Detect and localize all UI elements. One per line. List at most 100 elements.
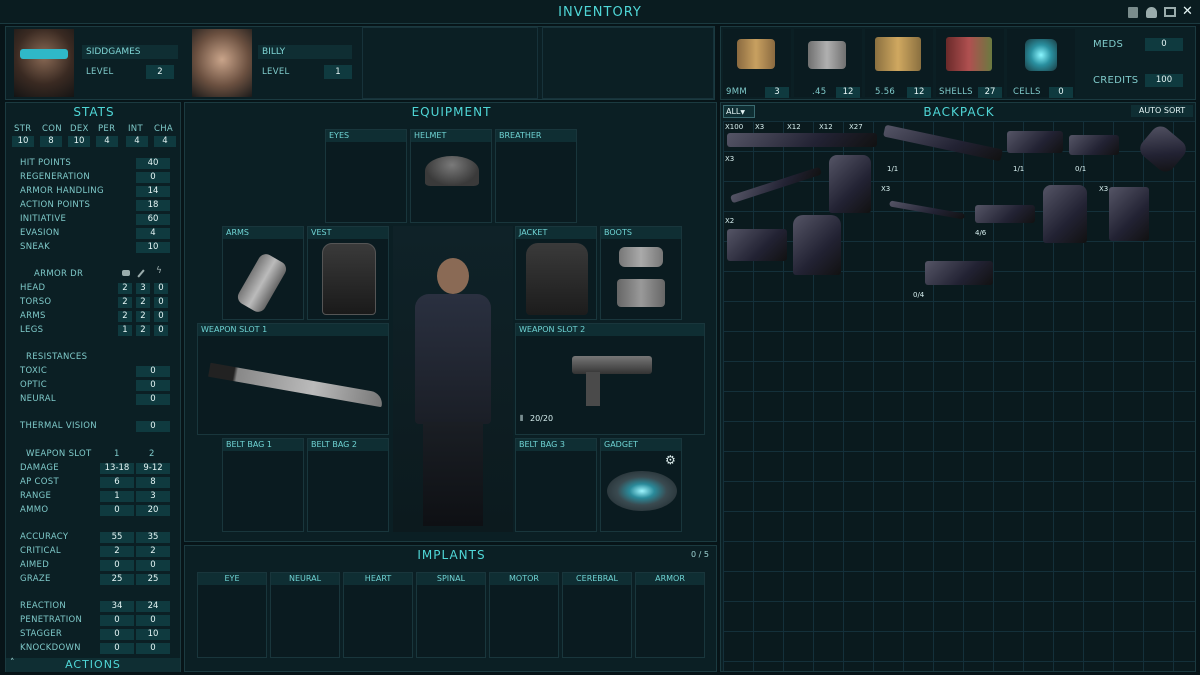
armor-v2: 2 [136, 297, 150, 308]
attributes-row: STR CON DEX PER INT CHA 10 8 10 4 4 4 [12, 124, 178, 150]
ammo-label: CELLS [1013, 87, 1041, 97]
item-rifle[interactable] [883, 124, 1003, 162]
ammo-slot-556[interactable]: 5.56 12 [865, 29, 933, 98]
lightning-icon: ϟ [156, 266, 162, 276]
item-gloves[interactable] [1109, 187, 1149, 241]
item-shotgun[interactable] [925, 261, 993, 285]
ammo-slot-cells[interactable]: CELLS 0 [1007, 29, 1075, 98]
item-pistol-2[interactable] [975, 205, 1035, 223]
implant-slot-heart[interactable]: HEART [343, 572, 413, 658]
stat-value: 14 [136, 186, 170, 197]
stat-value: 60 [136, 214, 170, 225]
item-pistol[interactable] [1069, 135, 1119, 155]
slot-vest[interactable]: VEST [307, 226, 389, 320]
character-head [437, 258, 469, 294]
implant-slot-armor[interactable]: ARMOR [635, 572, 705, 658]
ammo-slot-9mm[interactable]: 9MM 3 [723, 29, 791, 98]
ammo-slot-shells[interactable]: SHELLS 27 [936, 29, 1004, 98]
slot-weapon-2-label: WEAPON SLOT 2 [516, 324, 704, 336]
slot-jacket[interactable]: JACKET [515, 226, 597, 320]
slot-helmet[interactable]: HELMET [410, 129, 492, 223]
armor-v3: 0 [154, 325, 168, 336]
close-icon[interactable]: ✕ [1182, 4, 1193, 19]
ammo-count: 0 [1049, 87, 1073, 98]
item-baton[interactable] [730, 166, 822, 204]
implant-slot-spinal[interactable]: SPINAL [416, 572, 486, 658]
item-ammo-stack[interactable] [727, 133, 877, 147]
weapon-b: 3 [136, 491, 170, 502]
implant-slot-cerebral[interactable]: CEREBRAL [562, 572, 632, 658]
res-value: 0 [136, 394, 170, 405]
slot-belt-bag-3[interactable]: BELT BAG 3 [515, 438, 597, 532]
ammo-label: 9MM [726, 87, 747, 97]
helmet-icon [425, 156, 479, 186]
item-grenade[interactable] [1136, 122, 1190, 176]
slot-breather[interactable]: BREATHER [495, 129, 577, 223]
pistol-2-ammo: 4/6 [975, 229, 987, 237]
slot-weapon-2[interactable]: WEAPON SLOT 2 ⦀ 20/20 [515, 323, 705, 435]
slot-boots-label: BOOTS [601, 227, 681, 239]
slot-breather-label: BREATHER [496, 130, 576, 142]
slot-gadget[interactable]: GADGET ⚙ [600, 438, 682, 532]
item-knife[interactable] [889, 200, 965, 220]
ammo-bullets-icon: ⦀ [520, 414, 524, 423]
portrait-siddgames[interactable] [14, 29, 74, 97]
combat-a: 55 [100, 532, 134, 543]
slot-weapon-1[interactable]: WEAPON SLOT 1 [197, 323, 389, 435]
auto-sort-button[interactable]: AUTO SORT [1131, 105, 1193, 117]
empty-party-slot-3[interactable] [362, 27, 538, 99]
armor-v2: 3 [136, 283, 150, 294]
title-bar: INVENTORY ✕ [0, 0, 1200, 24]
implant-slot-motor[interactable]: MOTOR [489, 572, 559, 658]
impact-b: 0 [136, 615, 170, 626]
res-value: 0 [136, 380, 170, 391]
character-icon[interactable] [1146, 7, 1157, 18]
implants-title: IMPLANTS [417, 548, 486, 562]
slot-boots[interactable]: BOOTS [600, 226, 682, 320]
weapon-b: 20 [136, 505, 170, 516]
item-jacket[interactable] [793, 215, 841, 275]
armor-v3: 0 [154, 283, 168, 294]
weapon-2-ammo: 20/20 [530, 414, 554, 423]
portrait-billy[interactable] [192, 29, 252, 97]
impact-label: KNOCKDOWN [20, 643, 81, 653]
actions-bar[interactable]: ˄ ACTIONS [6, 658, 180, 672]
monitor-icon[interactable] [1164, 7, 1176, 17]
gear-icon[interactable]: ⚙ [665, 453, 676, 467]
character-legs [423, 422, 483, 526]
ammo-slot-45[interactable]: .45 12 [794, 29, 862, 98]
slot-vest-label: VEST [308, 227, 388, 239]
weapon-b: 9-12 [136, 463, 170, 474]
slot-belt-bag-2[interactable]: BELT BAG 2 [307, 438, 389, 532]
implant-slot-neural[interactable]: NEURAL [270, 572, 340, 658]
meds-value: 0 [1145, 38, 1183, 51]
armor-label: TORSO [20, 297, 52, 307]
slot-arms[interactable]: ARMS [222, 226, 304, 320]
item-vest[interactable] [829, 155, 871, 213]
slot-belt-bag-1[interactable]: BELT BAG 1 [222, 438, 304, 532]
empty-party-slot-4[interactable] [542, 27, 714, 99]
journal-icon[interactable] [1128, 7, 1138, 18]
armor-dr-label: ARMOR DR [34, 269, 84, 279]
item-armor-vest-2[interactable] [1043, 185, 1087, 243]
res-label: OPTIC [20, 380, 47, 390]
armor-v1: 1 [118, 325, 132, 336]
backpack-grid[interactable]: X100 X3 X12 X12 X27 1/1 1/1 0/1 X3 X3 4/… [723, 121, 1195, 671]
item-smg[interactable] [1007, 131, 1063, 153]
armor-label: HEAD [20, 283, 46, 293]
combat-a: 0 [100, 560, 134, 571]
item-boots[interactable] [727, 229, 787, 261]
stack-count: X3 [1099, 185, 1109, 193]
combat-a: 25 [100, 574, 134, 585]
stat-value: 0 [136, 172, 170, 183]
stack-count: X27 [849, 123, 863, 131]
impact-label: STAGGER [20, 629, 63, 639]
slot-eyes[interactable]: EYES [325, 129, 407, 223]
attr-label: STR [14, 124, 32, 134]
armor-v2: 2 [136, 311, 150, 322]
combat-label: ACCURACY [20, 532, 69, 542]
implant-slot-eye[interactable]: EYE [197, 572, 267, 658]
combat-a: 2 [100, 546, 134, 557]
slot-belt-bag-3-label: BELT BAG 3 [516, 439, 596, 451]
stack-count: X3 [725, 155, 735, 163]
